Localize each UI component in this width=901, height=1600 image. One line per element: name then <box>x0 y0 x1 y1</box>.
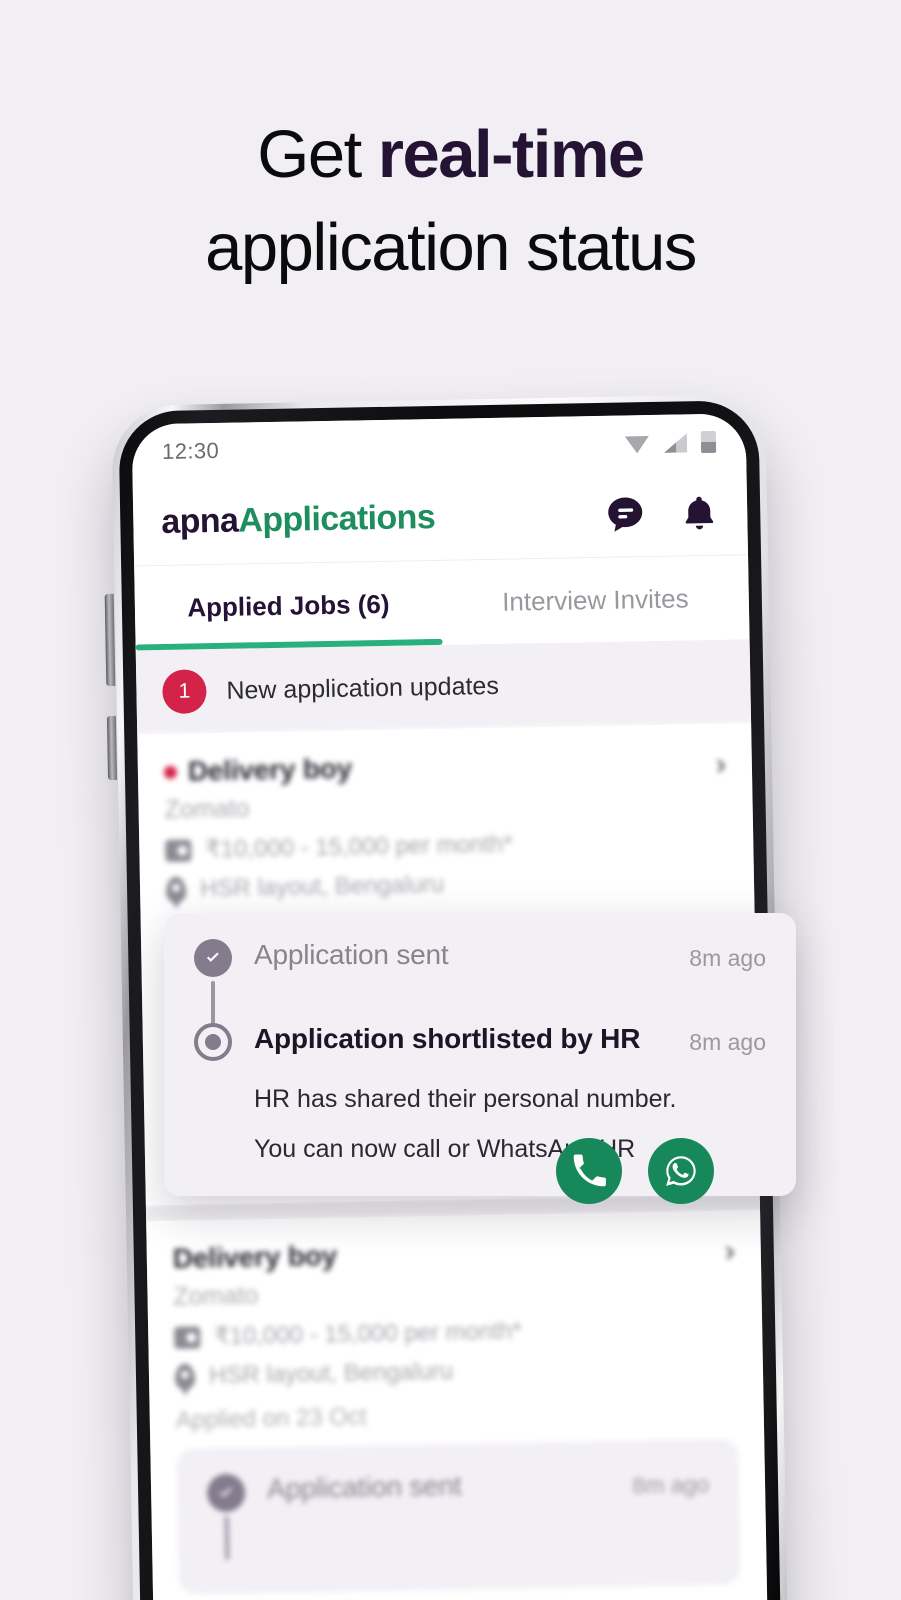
chevron-right-icon[interactable]: › <box>724 1233 735 1268</box>
tab-interview-invites[interactable]: Interview Invites <box>441 555 749 645</box>
app-brand: apnaApplications <box>161 498 435 542</box>
battery-icon <box>700 430 717 454</box>
job-applied-date: Applied on 23 Oct <box>175 1403 367 1434</box>
update-count-badge: 1 <box>162 669 207 715</box>
timeline-connector <box>211 981 215 1025</box>
timeline-step-label: Application shortlisted by HR <box>254 1023 641 1054</box>
headline-line2: application status <box>205 210 697 285</box>
job-salary: ₹10,000 - 15,000 per month* <box>214 1317 522 1351</box>
timeline-step-time: 8m ago <box>632 1471 710 1499</box>
job-title-row: Delivery boy <box>163 752 353 788</box>
volume-up-button[interactable] <box>104 593 116 687</box>
job-location: HSR layout, Bengaluru <box>208 1357 454 1390</box>
headline-line1-bold: real-time <box>377 117 645 192</box>
timeline-step-body: Application sent 8m ago <box>267 1465 710 1506</box>
job-card-header: Delivery boy › <box>173 1233 736 1277</box>
app-bar-actions <box>605 492 720 534</box>
status-bar: 12:30 <box>131 413 747 481</box>
timeline-step-label: Application sent <box>254 939 449 970</box>
job-location-row: HSR layout, Bengaluru <box>174 1353 737 1391</box>
headline-line1-plain: Get <box>257 117 378 192</box>
timeline-step-body: Application sent 8m ago <box>254 939 766 972</box>
job-card-header: Delivery boy › <box>163 746 727 790</box>
job-salary: ₹10,000 - 15,000 per month* <box>205 830 514 864</box>
timeline-icon-column <box>206 1473 247 1565</box>
app-bar: apnaApplications <box>132 469 749 567</box>
wallet-icon <box>174 1325 201 1349</box>
job-company: Zomato <box>173 1281 259 1311</box>
page-title: Get real-time application status <box>0 108 901 294</box>
job-salary-row: ₹10,000 - 15,000 per month* <box>165 826 727 865</box>
timeline-step-time: 8m ago <box>689 1029 766 1055</box>
whatsapp-button[interactable] <box>648 1138 714 1204</box>
tab-applied-jobs[interactable]: Applied Jobs (6) <box>134 561 442 651</box>
job-salary-row: ₹10,000 - 15,000 per month* <box>174 1313 736 1352</box>
update-banner-label: New application updates <box>226 671 500 705</box>
wallet-icon <box>165 839 192 862</box>
check-circle-icon <box>206 1473 246 1513</box>
brand-apna: apna <box>160 501 239 541</box>
job-location-row: HSR layout, Bengaluru <box>165 866 728 904</box>
chat-icon[interactable] <box>605 494 646 535</box>
job-location: HSR layout, Bengaluru <box>199 870 445 903</box>
bell-icon[interactable] <box>679 492 720 533</box>
chevron-right-icon[interactable]: › <box>716 746 727 781</box>
volume-down-button[interactable] <box>106 715 118 781</box>
job-title: Delivery boy <box>172 1239 338 1274</box>
signal-icon <box>664 433 687 452</box>
new-updates-banner[interactable]: 1 New application updates <box>135 639 752 735</box>
timeline-icon-column <box>194 939 232 1029</box>
status-time: 12:30 <box>161 437 220 464</box>
timeline-icon-column <box>194 1023 232 1061</box>
current-step-ring-icon <box>194 1023 232 1061</box>
timeline-connector <box>224 1515 230 1561</box>
timeline-step-time: 8m ago <box>689 945 766 971</box>
job-title: Delivery boy <box>187 752 353 787</box>
job-title-row: Delivery boy <box>173 1240 338 1275</box>
promo-screenshot: Get real-time application status 12:30 a <box>0 0 901 1600</box>
wifi-icon <box>625 434 650 453</box>
brand-applications: Applications <box>237 497 436 540</box>
timeline-description-line1: HR has shared their personal number. <box>254 1085 677 1113</box>
job-company: Zomato <box>164 794 250 824</box>
timeline-step-label: Application sent <box>266 1469 462 1505</box>
location-pin-icon <box>174 1363 196 1390</box>
check-circle-icon <box>194 939 232 977</box>
status-icons <box>625 430 717 455</box>
hr-action-buttons <box>556 1138 714 1204</box>
tabs-bar: Applied Jobs (6) Interview Invites <box>134 555 750 651</box>
location-pin-icon <box>165 876 187 903</box>
job-card[interactable]: Delivery boy › Zomato ₹10,000 - 15,000 p… <box>146 1210 767 1596</box>
call-button[interactable] <box>556 1138 622 1204</box>
timeline-step: Application sent 8m ago <box>206 1465 711 1565</box>
new-update-dot-icon <box>163 765 178 779</box>
timeline-step: Application sent 8m ago <box>194 939 766 1029</box>
application-timeline: Application sent 8m ago <box>176 1438 741 1595</box>
